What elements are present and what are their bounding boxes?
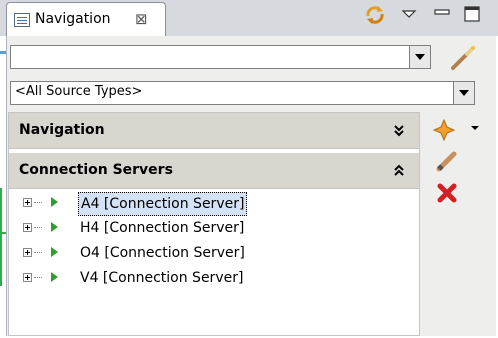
tree-item-label[interactable]: O4 [Connection Server] xyxy=(78,242,247,264)
expand-plus-icon[interactable] xyxy=(23,273,32,282)
expand-plus-icon[interactable] xyxy=(23,223,32,232)
actions-toolbar xyxy=(420,112,496,336)
left-accent-green-tick xyxy=(0,232,6,234)
tree-row[interactable]: V4 [Connection Server] xyxy=(9,267,419,292)
left-accent-green xyxy=(0,188,2,286)
minimize-icon[interactable] xyxy=(432,4,452,26)
view-menu-icon[interactable] xyxy=(400,4,418,26)
collapse-section-chevron-icon[interactable] xyxy=(393,124,405,138)
tree-connector xyxy=(34,277,42,278)
expand-plus-icon[interactable] xyxy=(23,248,32,257)
sync-icon[interactable] xyxy=(364,4,386,26)
tab-title: Navigation xyxy=(35,11,111,27)
search-wand-icon[interactable] xyxy=(448,44,478,72)
tree-row[interactable]: O4 [Connection Server] xyxy=(9,242,419,267)
tree-item-label[interactable]: V4 [Connection Server] xyxy=(78,267,245,289)
source-type-dropdown-button[interactable] xyxy=(453,81,475,105)
server-arrow-icon xyxy=(51,272,58,282)
navigation-tab[interactable]: Navigation ⊠ xyxy=(6,2,166,36)
tree-connector xyxy=(34,252,42,253)
tree-row[interactable]: A4 [Connection Server] xyxy=(9,192,419,217)
navigation-section-header[interactable]: Navigation xyxy=(9,113,419,149)
tree-item-label[interactable]: H4 [Connection Server] xyxy=(78,217,246,239)
new-star-icon[interactable] xyxy=(432,118,456,142)
search-input[interactable] xyxy=(10,45,410,69)
search-dropdown-button[interactable] xyxy=(409,45,431,69)
navigator-view-icon xyxy=(14,13,30,27)
connection-servers-section-title: Connection Servers xyxy=(19,162,173,178)
tree-connector xyxy=(34,227,42,228)
close-tab-icon[interactable]: ⊠ xyxy=(135,10,148,28)
edit-pencil-icon[interactable] xyxy=(434,148,460,174)
left-accent-blue xyxy=(0,51,6,54)
new-dropdown-arrow-icon[interactable] xyxy=(470,124,480,132)
tree-connector xyxy=(34,202,42,203)
expand-section-chevron-icon[interactable] xyxy=(393,164,405,178)
server-arrow-icon xyxy=(51,247,58,257)
connection-servers-section-header[interactable]: Connection Servers xyxy=(9,153,419,189)
tree-row[interactable]: H4 [Connection Server] xyxy=(9,217,419,242)
maximize-icon[interactable] xyxy=(462,4,482,26)
source-type-select[interactable]: <All Source Types> xyxy=(10,81,454,105)
expand-plus-icon[interactable] xyxy=(23,198,32,207)
navigation-panel: Navigation Connection Servers A4 [Connec… xyxy=(8,112,420,336)
navigation-section-title: Navigation xyxy=(19,122,105,138)
server-arrow-icon xyxy=(51,222,58,232)
server-arrow-icon xyxy=(51,197,58,207)
tree-item-label[interactable]: A4 [Connection Server] xyxy=(78,192,248,216)
delete-x-icon[interactable] xyxy=(436,182,458,204)
